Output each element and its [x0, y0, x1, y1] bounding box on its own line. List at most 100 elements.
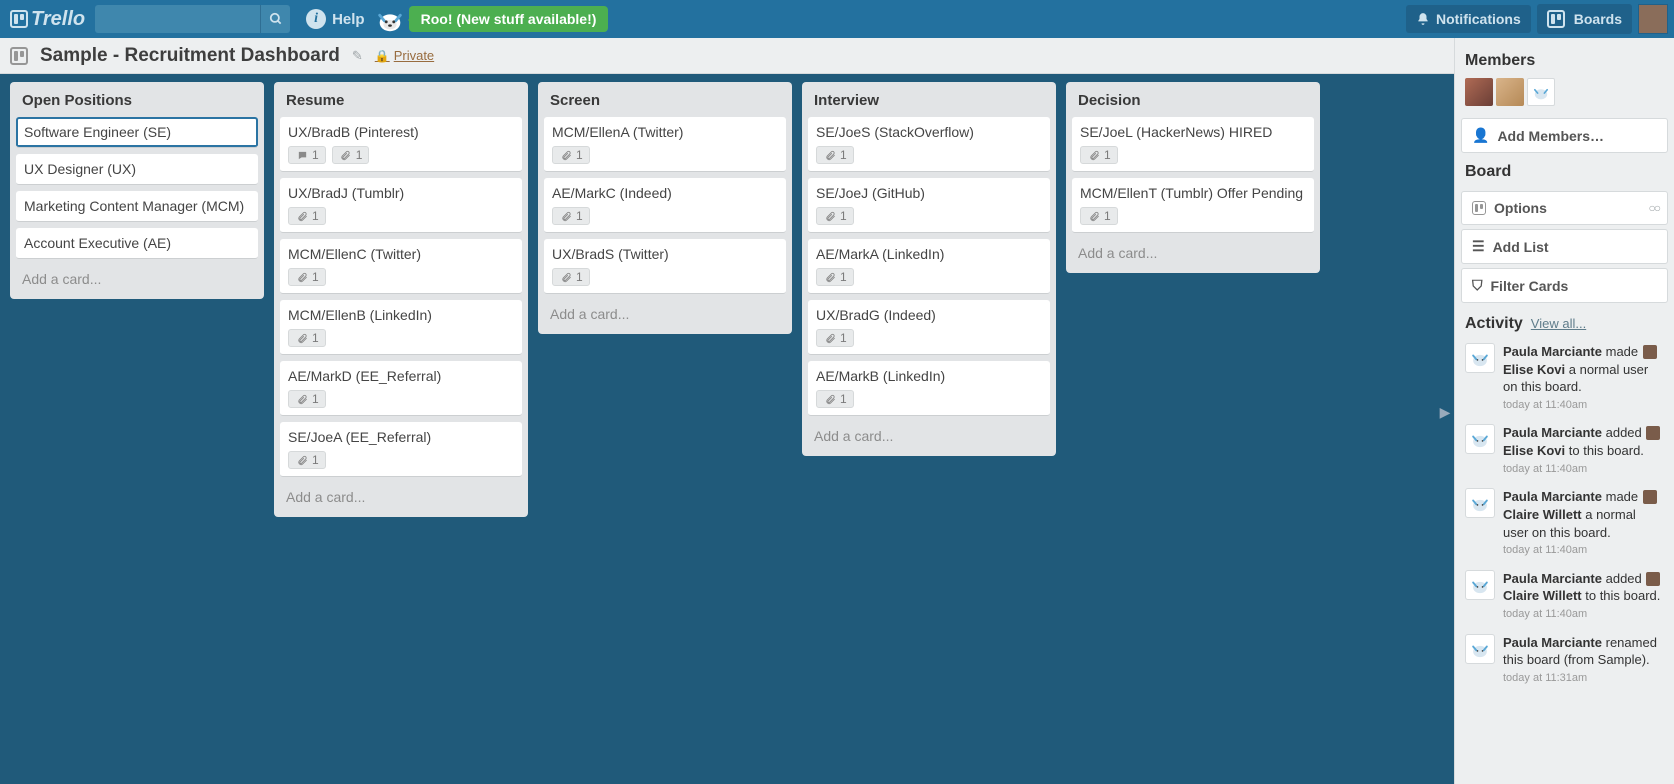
card-title: AE/MarkB (LinkedIn) [816, 368, 1042, 384]
card-title: SE/JoeA (EE_Referral) [288, 429, 514, 445]
card-title: MCM/EllenC (Twitter) [288, 246, 514, 262]
comment-icon [295, 148, 309, 162]
top-header: Trello i Help Roo! (New stuff available!… [0, 0, 1674, 38]
activity-text: Paula Marciante renamed this board (from… [1503, 634, 1664, 686]
activity-item: Paula Marciante renamed this board (from… [1461, 628, 1668, 692]
list: Interview SE/JoeS (StackOverflow) 1 SE/JoeJ… [802, 82, 1056, 456]
list-title[interactable]: Interview [808, 88, 1050, 117]
activity-avatar[interactable] [1465, 488, 1495, 518]
search-input[interactable] [95, 5, 260, 33]
card[interactable]: SE/JoeL (HackerNews) HIRED1 [1072, 117, 1314, 172]
edit-title-button[interactable]: ✎ [352, 48, 363, 64]
add-card-button[interactable]: Add a card... [16, 265, 258, 293]
attachment-badge: 1 [288, 268, 326, 286]
card-badges: 1 [816, 146, 1042, 164]
card-title: SE/JoeS (StackOverflow) [816, 124, 1042, 140]
activity-avatar[interactable] [1465, 343, 1495, 373]
activity-item: Paula Marciante added Elise Kovi to this… [1461, 418, 1668, 482]
card-title: SE/JoeL (HackerNews) HIRED [1080, 124, 1306, 140]
card[interactable]: SE/JoeJ (GitHub)1 [808, 178, 1050, 233]
board-icon [1472, 201, 1486, 215]
member-avatar[interactable] [1527, 78, 1555, 106]
activity-time: today at 11:40am [1503, 607, 1664, 622]
card-title: UX/BradG (Indeed) [816, 307, 1042, 323]
card[interactable]: Marketing Content Manager (MCM) [16, 191, 258, 222]
activity-avatar[interactable] [1465, 570, 1495, 600]
card[interactable]: UX/BradS (Twitter)1 [544, 239, 786, 294]
add-members-button[interactable]: 👤 Add Members… [1461, 118, 1668, 153]
card[interactable]: MCM/EllenT (Tumblr) Offer Pending1 [1072, 178, 1314, 233]
card-title: MCM/EllenT (Tumblr) Offer Pending [1080, 185, 1306, 201]
view-all-link[interactable]: View all... [1531, 316, 1586, 331]
card-badges: 1 [288, 207, 514, 225]
attachment-icon [559, 209, 573, 223]
board-header: Sample - Recruitment Dashboard ✎ 🔒 Priva… [0, 38, 1674, 74]
roo-banner[interactable]: Roo! (New stuff available!) [409, 6, 609, 32]
activity-avatar[interactable] [1465, 634, 1495, 664]
board-section-heading: Board [1461, 157, 1668, 187]
card[interactable]: UX Designer (UX) [16, 154, 258, 185]
inline-avatar [1643, 490, 1657, 504]
activity-time: today at 11:31am [1503, 671, 1664, 686]
card[interactable]: UX/BradJ (Tumblr)1 [280, 178, 522, 233]
sidebar-collapse-handle[interactable]: ▶ [1438, 392, 1452, 432]
card[interactable]: MCM/EllenB (LinkedIn)1 [280, 300, 522, 355]
card[interactable]: UX/BradB (Pinterest)11 [280, 117, 522, 172]
list-title[interactable]: Resume [280, 88, 522, 117]
notifications-button[interactable]: Notifications [1406, 5, 1531, 33]
card-badges: 1 [288, 329, 514, 347]
card[interactable]: SE/JoeA (EE_Referral) 1 [280, 422, 522, 477]
board-canvas: Open PositionsSoftware Engineer (SE) UX D… [0, 74, 1674, 784]
add-card-button[interactable]: Add a card... [280, 483, 522, 511]
filter-cards-button[interactable]: ⛉ Filter Cards [1461, 268, 1668, 303]
trello-logo[interactable]: Trello [10, 8, 85, 31]
attachment-icon [295, 270, 309, 284]
list-title[interactable]: Screen [544, 88, 786, 117]
add-list-button[interactable]: ☰ Add List [1461, 229, 1668, 264]
user-avatar[interactable] [1638, 4, 1668, 34]
options-button[interactable]: Options ○○ [1461, 191, 1668, 225]
list-title[interactable]: Decision [1072, 88, 1314, 117]
list-title[interactable]: Open Positions [16, 88, 258, 117]
search-button[interactable] [260, 5, 290, 33]
attachment-badge: 1 [552, 268, 590, 286]
privacy-toggle[interactable]: 🔒 Private [375, 48, 434, 63]
board-title[interactable]: Sample - Recruitment Dashboard [40, 45, 340, 67]
card[interactable]: AE/MarkA (LinkedIn)1 [808, 239, 1050, 294]
board-icon [10, 10, 28, 28]
activity-avatar[interactable] [1465, 424, 1495, 454]
attachment-badge: 1 [816, 146, 854, 164]
card[interactable]: AE/MarkB (LinkedIn)1 [808, 361, 1050, 416]
logo-text: Trello [31, 8, 85, 31]
attachment-badge: 1 [288, 207, 326, 225]
card[interactable]: MCM/EllenC (Twitter) 1 [280, 239, 522, 294]
activity-time: today at 11:40am [1503, 462, 1664, 477]
card-badges: 1 [288, 451, 514, 469]
boards-button[interactable]: Boards [1537, 4, 1632, 34]
card[interactable]: UX/BradG (Indeed) 1 [808, 300, 1050, 355]
member-avatar[interactable] [1496, 78, 1524, 106]
add-card-button[interactable]: Add a card... [1072, 239, 1314, 267]
add-card-button[interactable]: Add a card... [808, 422, 1050, 450]
card-title: AE/MarkD (EE_Referral) [288, 368, 514, 384]
card[interactable]: AE/MarkC (Indeed)1 [544, 178, 786, 233]
help-link[interactable]: i Help [306, 9, 365, 29]
attachment-icon [295, 331, 309, 345]
card[interactable]: MCM/EllenA (Twitter)1 [544, 117, 786, 172]
card-badges: 1 [816, 329, 1042, 347]
search-wrap [95, 5, 290, 33]
add-card-button[interactable]: Add a card... [544, 300, 786, 328]
card[interactable]: Software Engineer (SE) [16, 117, 258, 148]
activity-time: today at 11:40am [1503, 543, 1664, 558]
card[interactable]: AE/MarkD (EE_Referral)1 [280, 361, 522, 416]
inline-avatar [1643, 345, 1657, 359]
attachment-badge: 1 [288, 329, 326, 347]
members-heading: Members [1461, 46, 1668, 76]
member-avatar[interactable] [1465, 78, 1493, 106]
card[interactable]: Account Executive (AE) [16, 228, 258, 259]
attachment-badge: 1 [552, 146, 590, 164]
inline-avatar [1646, 572, 1660, 586]
help-label: Help [332, 11, 365, 28]
attachment-icon [295, 209, 309, 223]
card[interactable]: SE/JoeS (StackOverflow) 1 [808, 117, 1050, 172]
